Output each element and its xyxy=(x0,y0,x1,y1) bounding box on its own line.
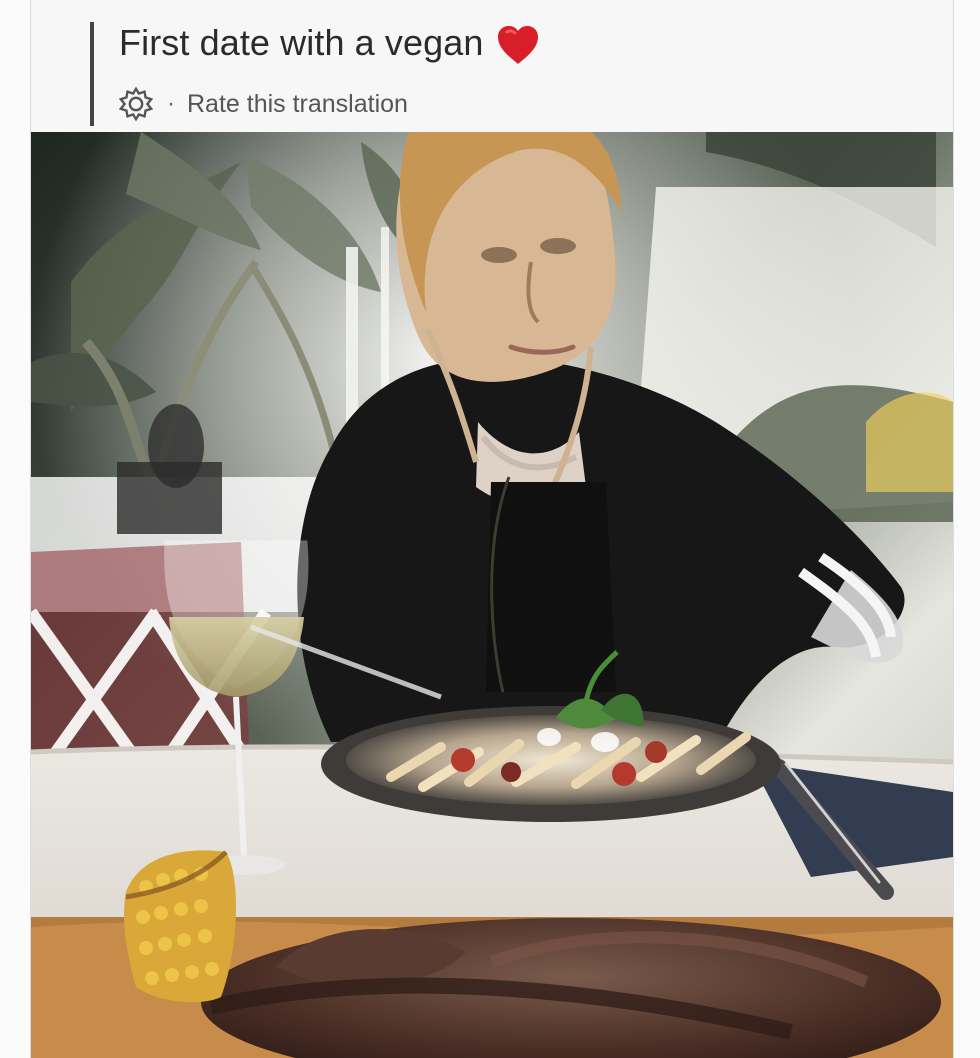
post-header: First date with a vegan · Rate this tran… xyxy=(31,0,953,132)
post-photo xyxy=(31,132,953,1058)
gear-icon[interactable] xyxy=(117,85,155,123)
heart-icon xyxy=(498,26,539,64)
post-title-row: First date with a vegan xyxy=(119,20,541,66)
translation-row: · Rate this translation xyxy=(117,85,408,123)
rate-translation-link[interactable]: Rate this translation xyxy=(187,90,408,119)
screenshot-page: First date with a vegan · Rate this tran… xyxy=(0,0,980,1058)
social-post-card: First date with a vegan · Rate this tran… xyxy=(30,0,954,1058)
quote-bar xyxy=(90,22,94,126)
post-title: First date with a vegan xyxy=(119,22,484,63)
restaurant-photo xyxy=(31,132,953,1058)
separator-dot: · xyxy=(167,90,175,117)
